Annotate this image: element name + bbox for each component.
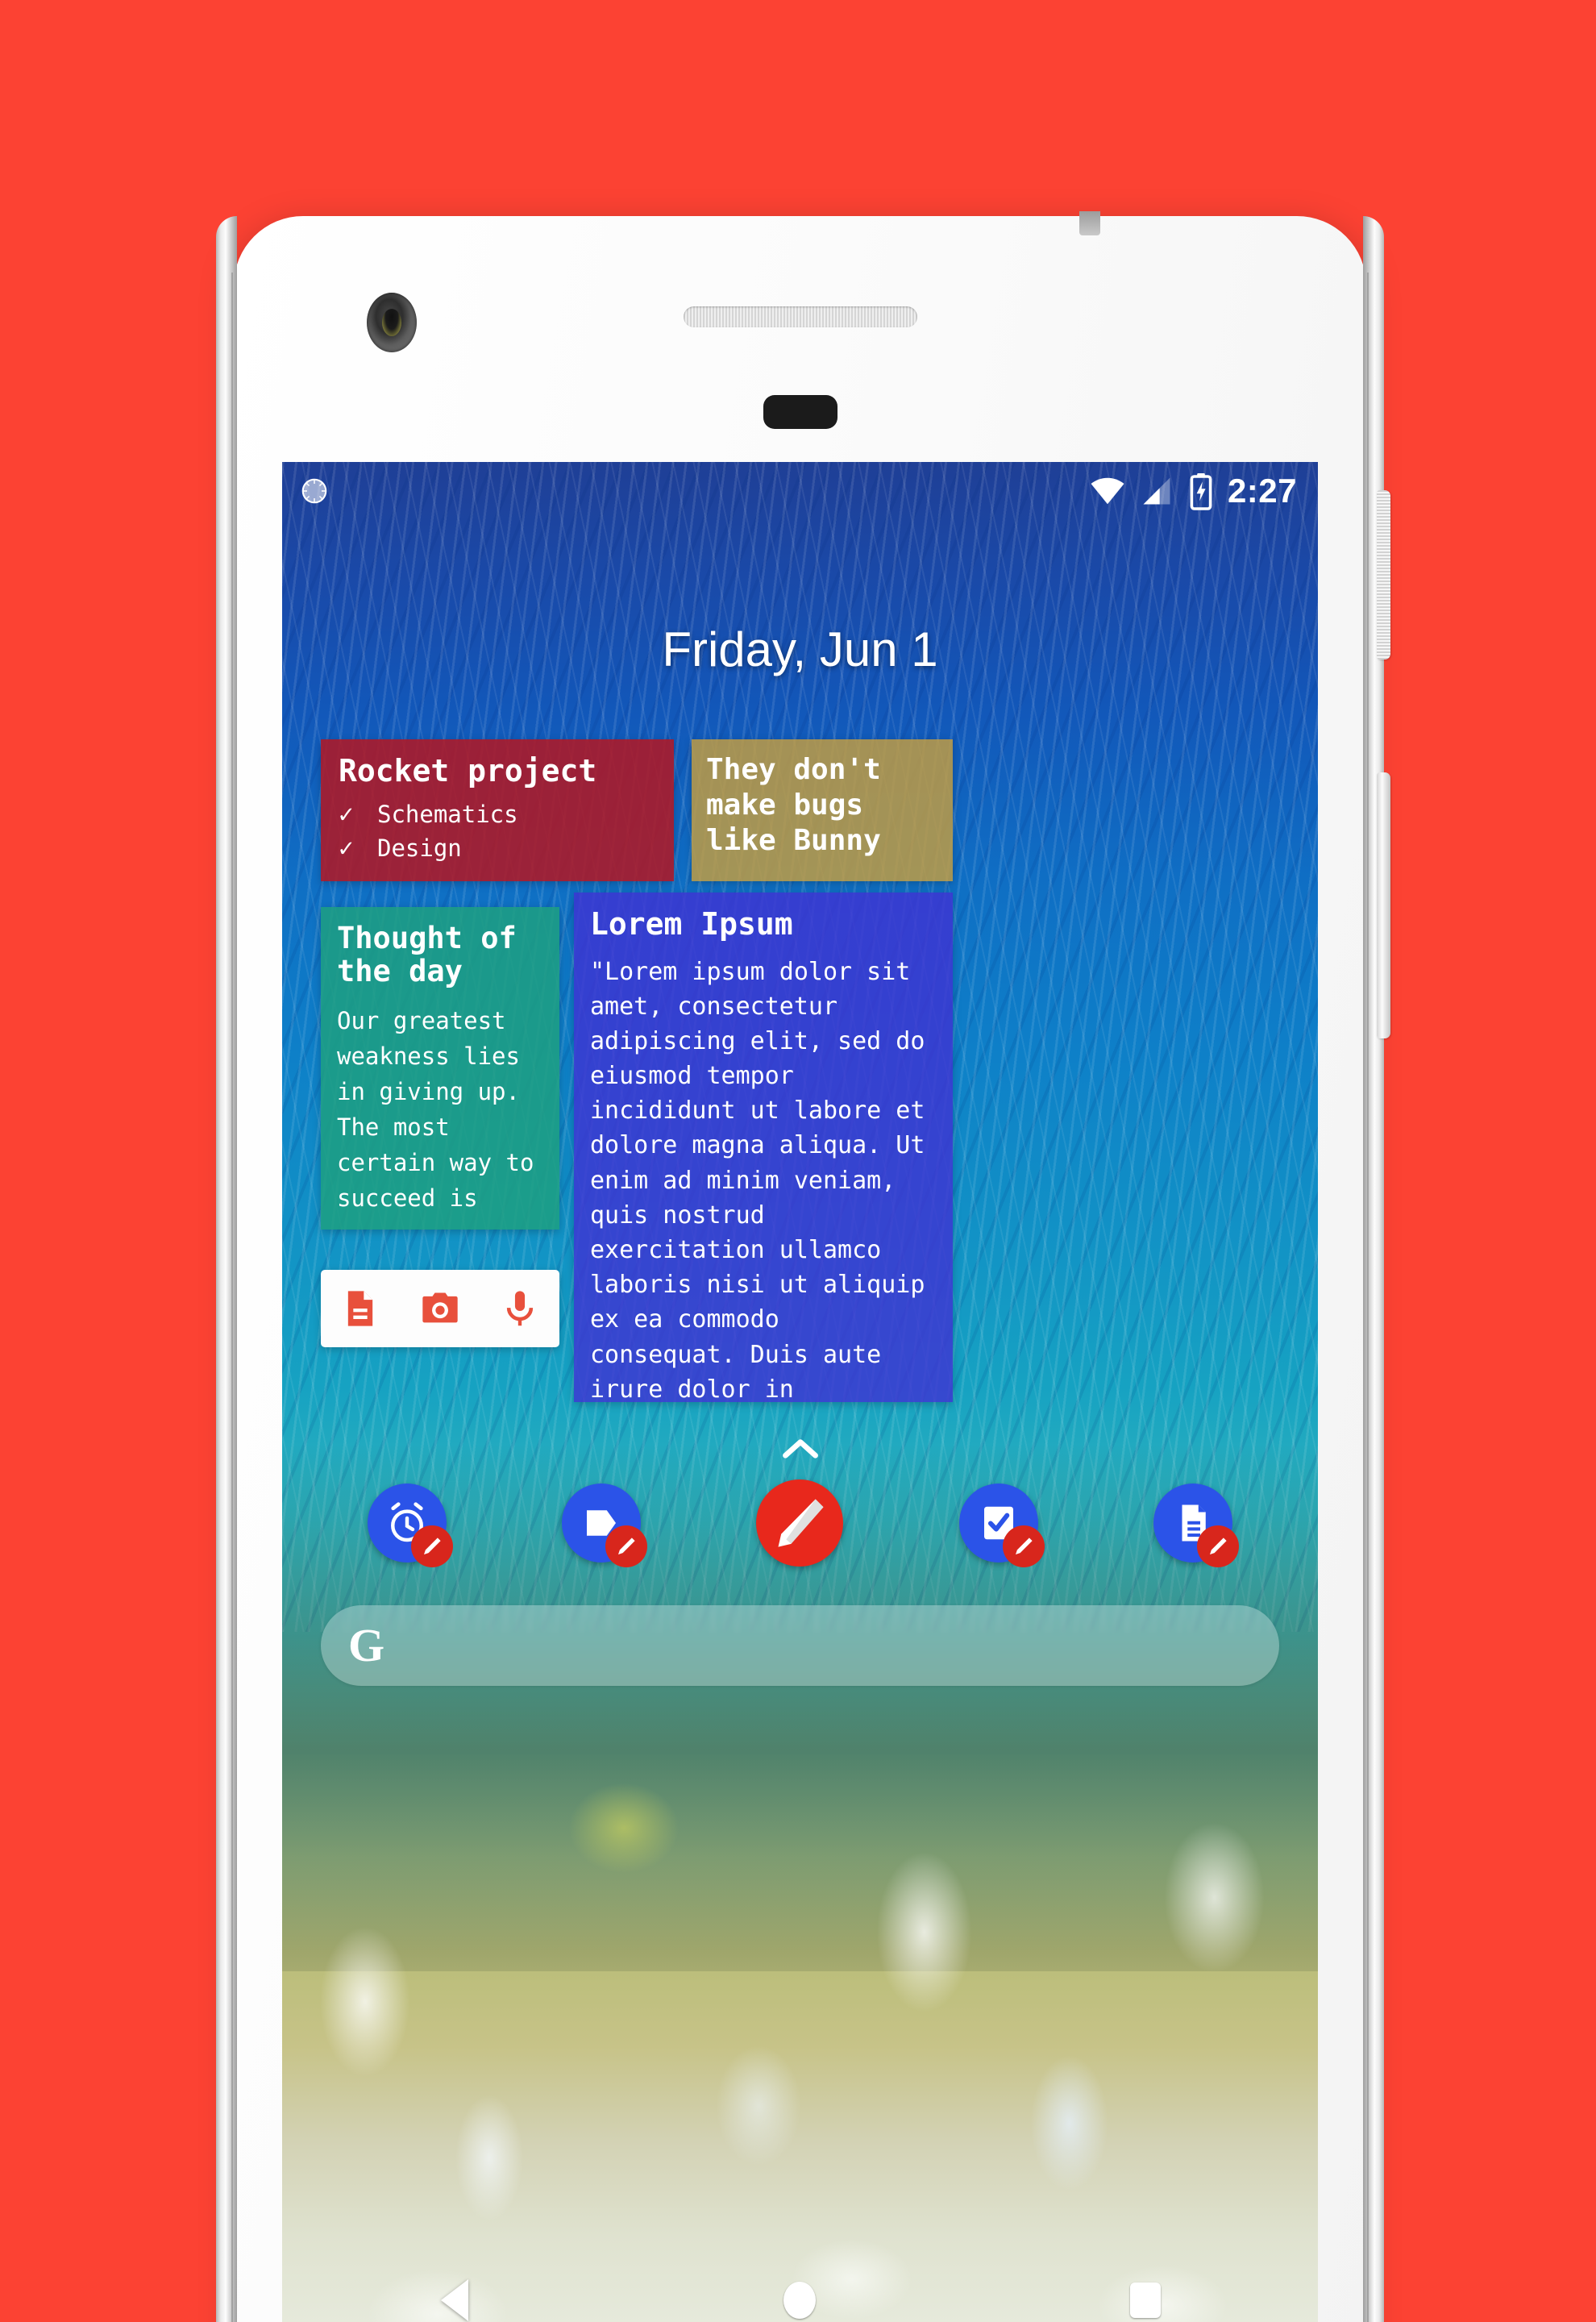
microphone-icon[interactable]: [499, 1288, 541, 1330]
pencil-badge-icon: [410, 1525, 453, 1567]
power-button[interactable]: [1377, 490, 1390, 660]
back-triangle-icon: [441, 2279, 469, 2321]
pencil-badge-icon: [1002, 1525, 1045, 1567]
camera-icon[interactable]: [419, 1288, 461, 1330]
google-search-bar[interactable]: G: [321, 1605, 1279, 1686]
pencil-badge-icon: [605, 1525, 648, 1567]
note-widget-thought-of-the-day[interactable]: Thought of the day Our greatest weakness…: [321, 907, 559, 1230]
check-icon: ✓: [339, 833, 354, 863]
status-bar-left: [300, 476, 329, 506]
nav-back-button[interactable]: [426, 2272, 483, 2322]
dock-app-checklist-note[interactable]: [958, 1484, 1045, 1567]
sensor-pill: [763, 395, 837, 429]
checklist-item[interactable]: ✓ Schematics: [339, 800, 656, 829]
check-icon: ✓: [339, 799, 354, 829]
checklist-item-label: Schematics: [377, 800, 518, 828]
dock-app-labeled-note[interactable]: [562, 1484, 648, 1567]
status-bar-clock: 2:27: [1227, 472, 1297, 510]
date-widget[interactable]: Friday, Jun 1: [282, 622, 1318, 677]
quick-capture-bar[interactable]: [321, 1270, 559, 1347]
note-widget-lorem-ipsum[interactable]: Lorem Ipsum "Lorem ipsum dolor sit amet,…: [574, 893, 953, 1402]
battery-charging-icon: [1190, 473, 1212, 510]
phone-left-rail: [216, 216, 237, 2322]
home-circle-icon: [783, 2282, 817, 2319]
note-title: Lorem Ipsum: [590, 906, 793, 942]
dock-app-new-note[interactable]: [756, 1479, 844, 1567]
note-widget-bunny-quote[interactable]: They don't make bugs like Bunny: [692, 739, 953, 881]
dock-app-reminder-note[interactable]: [367, 1484, 453, 1567]
status-bar-right: 2:27: [1089, 472, 1297, 510]
note-body: "Lorem ipsum dolor sit amet, consectetur…: [590, 957, 925, 1402]
note-title: Thought of the day: [337, 921, 517, 989]
recents-square-icon: [1129, 2282, 1161, 2318]
earpiece-speaker: [683, 306, 917, 327]
nav-home-button[interactable]: [771, 2272, 828, 2322]
nav-recents-button[interactable]: [1117, 2272, 1174, 2322]
dock-app-document-note[interactable]: [1153, 1484, 1240, 1567]
antenna-line: [1079, 211, 1100, 235]
note-widget-rocket-project[interactable]: Rocket project ✓ Schematics ✓ Design: [321, 739, 674, 881]
note-body: Our greatest weakness lies in giving up.…: [337, 1006, 534, 1213]
front-camera-icon: [367, 293, 417, 352]
phone-device: 2:27 Friday, Jun 1 Rocket project ✓ Sche…: [216, 211, 1390, 2322]
new-note-icon[interactable]: [339, 1288, 381, 1330]
volume-button[interactable]: [1377, 772, 1390, 1038]
pencil-icon: [778, 1499, 825, 1547]
status-bar[interactable]: 2:27: [282, 462, 1318, 520]
google-g-logo: G: [348, 1619, 385, 1671]
phone-screen: 2:27 Friday, Jun 1 Rocket project ✓ Sche…: [282, 462, 1318, 2322]
dock-circle[interactable]: [756, 1479, 844, 1567]
cell-signal-icon: [1143, 477, 1170, 505]
checklist-item[interactable]: ✓ Design: [339, 834, 656, 863]
checklist-item-label: Design: [377, 834, 462, 862]
android-navigation-bar: [282, 2252, 1318, 2322]
app-dock: [282, 1479, 1318, 1567]
pencil-badge-icon: [1197, 1525, 1240, 1567]
notification-circle-icon: [301, 478, 327, 504]
wifi-icon: [1091, 477, 1124, 505]
note-title: They don't make bugs like Bunny: [706, 753, 881, 857]
chevron-up-icon[interactable]: [782, 1438, 819, 1459]
note-title: Rocket project: [339, 753, 597, 789]
